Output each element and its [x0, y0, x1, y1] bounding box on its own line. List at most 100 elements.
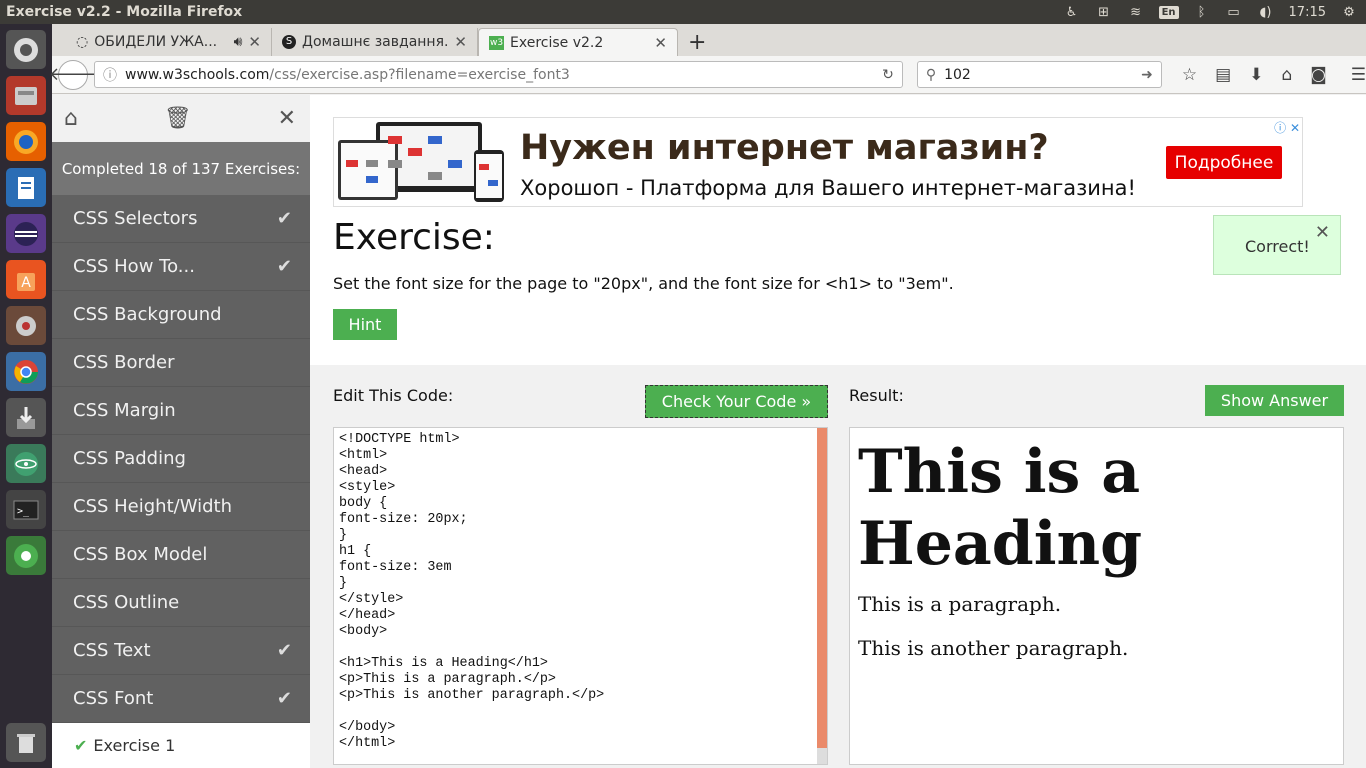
sidebar-item-box-model[interactable]: CSS Box Model — [52, 531, 310, 579]
app-launcher: A >_ — [0, 24, 52, 768]
url-domain: www.w3schools.com — [125, 66, 270, 83]
correct-notice: Correct! ✕ — [1213, 215, 1341, 275]
navigation-bar: 🡐 ⓘ www.w3schools.com/css/exercise.asp?f… — [49, 56, 1366, 94]
result-heading: This is a Heading — [858, 437, 1143, 579]
browser-tab-bar: ◌ ОБИДЕЛИ УЖА... 🔊︎ ✕ S Домашнє завдання… — [52, 24, 1366, 56]
editor-scrollbar-track[interactable] — [817, 748, 827, 764]
spinner-icon: ◌ — [76, 34, 89, 50]
sidebar-item-font[interactable]: CSS Font ✔ — [52, 675, 310, 723]
bookmark-star-icon[interactable]: ☆ — [1182, 65, 1197, 85]
battery-icon[interactable]: ▭ — [1225, 3, 1243, 21]
check-icon: ✔ — [276, 208, 292, 229]
ad-subline: Хорошоп - Платформа для Вашего интернет-… — [520, 176, 1136, 200]
show-answer-button[interactable]: Show Answer — [1205, 385, 1344, 416]
progress-text: Completed 18 of 137 Exercises: — [52, 142, 310, 195]
sidebar-item-selectors[interactable]: CSS Selectors ✔ — [52, 195, 310, 243]
check-icon: ✔ — [276, 688, 292, 709]
result-label: Result: — [849, 386, 904, 405]
writer-icon[interactable] — [6, 168, 46, 207]
adchoices-icon[interactable]: ⓘ ✕ — [1274, 119, 1300, 136]
devices-illustration — [338, 122, 504, 202]
skype-icon: S — [282, 35, 296, 49]
new-tab-button[interactable]: + — [678, 28, 716, 56]
search-bar[interactable]: ⚲ 102 ➜ — [916, 61, 1162, 88]
info-icon[interactable]: ⓘ — [103, 65, 117, 85]
result-paragraph-1: This is a paragraph. — [858, 592, 1062, 616]
reload-icon[interactable]: ↻ — [882, 67, 894, 83]
chrome-icon[interactable] — [6, 352, 46, 391]
eclipse-icon[interactable] — [6, 214, 46, 253]
search-icon: ⚲ — [925, 66, 937, 83]
back-button[interactable]: 🡐 — [49, 59, 97, 90]
network-globe-icon[interactable] — [6, 536, 46, 575]
sidebar-item-height-width[interactable]: CSS Height/Width — [52, 483, 310, 531]
pocket-icon[interactable]: ◙ — [1310, 65, 1327, 85]
reading-list-icon[interactable]: ▤ — [1215, 65, 1231, 85]
main-content: Нужен интернет магазин? Хорошоп - Платфо… — [310, 95, 1366, 768]
ad-headline: Нужен интернет магазин? — [520, 128, 1049, 168]
check-code-button[interactable]: Check Your Code » — [645, 385, 828, 418]
close-icon[interactable]: ✕ — [1315, 222, 1330, 243]
close-tab-icon[interactable]: ✕ — [654, 34, 667, 52]
sidebar-subitem-exercise-1[interactable]: ✔ Exercise 1 — [52, 723, 310, 768]
result-frame: This is a Heading This is a paragraph. T… — [849, 427, 1344, 765]
home-icon[interactable]: ⌂ — [1281, 65, 1292, 85]
editor-scrollbar[interactable] — [817, 428, 827, 748]
tab-homework[interactable]: S Домашнє завдання... ✕ — [272, 28, 478, 56]
sidebar-item-text[interactable]: CSS Text ✔ — [52, 627, 310, 675]
sidebar-item-margin[interactable]: CSS Margin — [52, 387, 310, 435]
downloads-icon[interactable]: ⬇ — [1249, 65, 1263, 85]
sidebar-item-background[interactable]: CSS Background — [52, 291, 310, 339]
window-title: Exercise v2.2 - Mozilla Firefox — [6, 4, 243, 20]
code-editor[interactable]: <!DOCTYPE html> <html> <head> <style> bo… — [333, 427, 828, 765]
trash-icon[interactable] — [6, 723, 46, 762]
menu-icon[interactable]: ☰ — [1351, 65, 1366, 85]
sidebar-item-howto[interactable]: CSS How To... ✔ — [52, 243, 310, 291]
url-bar[interactable]: ⓘ www.w3schools.com/css/exercise.asp?fil… — [94, 61, 903, 88]
sidebar-item-border[interactable]: CSS Border — [52, 339, 310, 387]
close-icon[interactable]: ✕ — [278, 106, 296, 131]
ubuntu-dash-icon[interactable] — [6, 30, 46, 69]
accessibility-icon[interactable]: ♿ — [1063, 3, 1081, 21]
exercise-description: Set the font size for the page to "20px"… — [333, 274, 954, 293]
wifi-icon[interactable]: ≋ — [1127, 3, 1145, 21]
file-manager-icon[interactable] — [6, 76, 46, 115]
bluetooth-icon[interactable]: ᛒ — [1193, 3, 1211, 21]
url-path: /css/exercise.asp?filename=exercise_font… — [269, 66, 570, 83]
tab-obideli[interactable]: ◌ ОБИДЕЛИ УЖА... 🔊︎ ✕ — [66, 28, 272, 56]
speaker-icon[interactable]: 🔊︎ — [234, 34, 243, 50]
toolbar-icons: ☆ ▤ ⬇ ⌂ ◙ ☰ — [1182, 65, 1366, 85]
close-tab-icon[interactable]: ✕ — [454, 33, 467, 51]
svg-text:>_: >_ — [17, 506, 30, 517]
workspaces-icon[interactable]: ⊞ — [1095, 3, 1113, 21]
sidebar-item-outline[interactable]: CSS Outline — [52, 579, 310, 627]
exercise-sidebar: ⌂ 🗑︎ ✕ Completed 18 of 137 Exercises: CS… — [52, 95, 310, 768]
system-tray: ♿ ⊞ ≋ En ᛒ ▭ ◖) 17:15 ⚙ — [1063, 3, 1366, 21]
tab-exercise[interactable]: w3 Exercise v2.2 ✕ — [478, 28, 678, 56]
software-center-icon[interactable]: A — [6, 260, 46, 299]
hint-button[interactable]: Hint — [333, 309, 397, 340]
settings-gear-icon[interactable]: ⚙ — [1340, 3, 1358, 21]
w3schools-icon: w3 — [489, 35, 504, 50]
search-go-icon[interactable]: ➜ — [1141, 67, 1153, 83]
ad-banner[interactable]: Нужен интернет магазин? Хорошоп - Платфо… — [333, 117, 1303, 207]
installer-icon[interactable] — [6, 398, 46, 437]
volume-icon[interactable]: ◖) — [1257, 3, 1275, 21]
page-title: Exercise: — [333, 217, 495, 258]
firefox-icon[interactable] — [6, 122, 46, 161]
close-tab-icon[interactable]: ✕ — [248, 33, 261, 51]
correct-text: Correct! — [1245, 237, 1310, 256]
sidebar-item-padding[interactable]: CSS Padding — [52, 435, 310, 483]
clock[interactable]: 17:15 — [1289, 5, 1326, 20]
terminal-icon[interactable]: >_ — [6, 490, 46, 529]
search-input[interactable]: 102 — [944, 67, 1133, 83]
code-text[interactable]: <!DOCTYPE html> <html> <head> <style> bo… — [334, 428, 827, 756]
system-settings-icon[interactable] — [6, 306, 46, 345]
ad-details-button[interactable]: Подробнее — [1166, 146, 1282, 179]
check-icon: ✔ — [276, 256, 292, 277]
keyboard-layout[interactable]: En — [1158, 5, 1179, 19]
home-icon[interactable]: ⌂ — [64, 106, 78, 131]
atom-icon[interactable] — [6, 444, 46, 483]
green-check-icon: ✔ — [74, 736, 88, 755]
trash-icon[interactable]: 🗑︎ — [164, 106, 192, 131]
